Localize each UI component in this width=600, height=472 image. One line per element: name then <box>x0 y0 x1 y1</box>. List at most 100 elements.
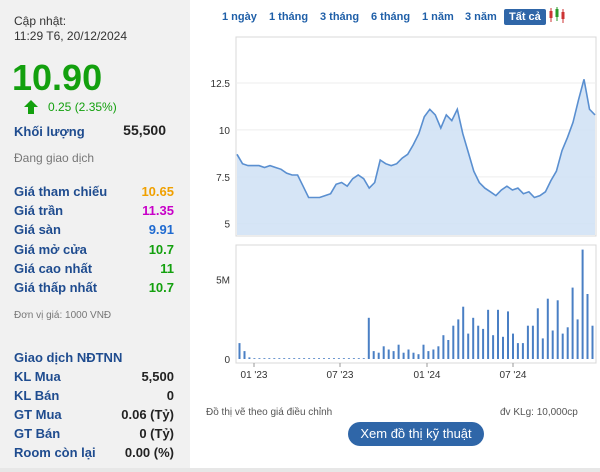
volume-bar <box>357 358 360 359</box>
volume-tick-label: 5M <box>216 276 230 287</box>
foreign-sell-val-row: GT Bán 0 (Tỷ) <box>14 426 174 444</box>
foreign-sell-vol-row: KL Bán 0 <box>14 388 174 406</box>
volume-bar <box>561 333 564 359</box>
foreign-sell-val-value: 0 (Tỷ) <box>139 426 174 441</box>
volume-bar <box>288 358 291 359</box>
foreign-buy-val-value: 0.06 (Tỷ) <box>121 407 174 422</box>
low-price-row: Giá thấp nhất 10.7 <box>14 280 174 298</box>
volume-bar <box>442 335 445 359</box>
volume-tick-label: 0 <box>224 355 230 366</box>
volume-bar <box>367 317 370 359</box>
volume-bar <box>422 344 425 359</box>
ref-price-row: Giá tham chiếu 10.65 <box>14 184 174 202</box>
price-axis-ticks: 12.5 10 7.5 5 <box>211 79 231 231</box>
foreign-sell-vol-value: 0 <box>166 388 174 403</box>
volume-bar <box>342 358 345 359</box>
volume-bar <box>526 325 529 359</box>
volume-unit-note: đv KLg: 10,000cp <box>500 407 578 418</box>
room-remaining-row: Room còn lại 0.00 (%) <box>14 445 174 463</box>
volume-bar <box>258 358 261 359</box>
volume-bar <box>581 249 584 359</box>
price-tick-label: 12.5 <box>211 79 231 90</box>
volume-bar <box>402 352 405 359</box>
time-tick-label: 01 '24 <box>414 370 441 381</box>
volume-bar <box>268 358 271 359</box>
foreign-sell-val-label: GT Bán <box>14 426 61 441</box>
volume-bar <box>328 358 330 359</box>
volume-bar <box>427 351 430 359</box>
change-value: 0.25 (2.35%) <box>48 100 117 114</box>
volume-bar <box>347 358 350 359</box>
volume-bar <box>576 319 579 359</box>
adjusted-price-note: Đồ thị vẽ theo giá điều chỉnh <box>206 407 333 418</box>
volume-bar <box>477 325 480 359</box>
volume-bar <box>591 325 594 359</box>
volume-bar <box>507 311 509 359</box>
volume-bar <box>263 358 266 359</box>
volume-bar <box>551 330 554 359</box>
volume-bar <box>243 351 246 359</box>
ceiling-price-value: 11.35 <box>142 203 174 218</box>
volume-bars <box>238 249 594 359</box>
price-tick-label: 10 <box>219 126 231 137</box>
volume-bar <box>333 358 335 359</box>
volume-bar <box>283 358 286 359</box>
volume-bar <box>472 317 475 359</box>
volume-bar <box>437 346 440 359</box>
volume-bar <box>462 306 465 359</box>
volume-bar <box>293 358 296 359</box>
room-remaining-label: Room còn lại <box>14 445 96 460</box>
volume-bar <box>467 333 470 359</box>
high-price-row: Giá cao nhất 11 <box>14 261 174 279</box>
volume-bar <box>238 343 241 359</box>
volume-value: 55,500 <box>123 122 166 138</box>
volume-bar <box>452 325 455 359</box>
volume-bar <box>512 333 514 359</box>
volume-bar <box>278 358 281 359</box>
volume-bar <box>308 358 311 359</box>
volume-bar <box>586 294 589 359</box>
volume-bar <box>556 300 559 359</box>
price-area-fill <box>237 79 595 235</box>
room-remaining-value: 0.00 (%) <box>124 445 174 460</box>
volume-bar <box>298 358 301 359</box>
volume-bar <box>447 340 450 359</box>
low-price-value: 10.7 <box>148 280 174 295</box>
volume-bar <box>323 358 325 359</box>
time-axis-ticks: 01 '23 07 '23 01 '24 07 '24 <box>241 363 527 381</box>
floor-price-value: 9.91 <box>148 222 174 237</box>
volume-bar <box>497 309 499 359</box>
price-unit-note: Đơn vị giá: 1000 VNĐ <box>14 310 112 321</box>
technical-chart-button[interactable]: Xem đồ thị kỹ thuật <box>348 422 484 446</box>
volume-bar <box>492 335 495 359</box>
time-tick-label: 07 '23 <box>327 370 354 381</box>
volume-bar <box>516 343 519 359</box>
volume-bar <box>392 351 395 359</box>
volume-bar <box>541 338 544 359</box>
time-tick-label: 07 '24 <box>500 370 527 381</box>
low-price-label: Giá thấp nhất <box>14 280 98 295</box>
volume-bar <box>412 352 415 359</box>
volume-bar <box>362 358 365 359</box>
ref-price-label: Giá tham chiếu <box>14 184 108 199</box>
foreign-sell-vol-label: KL Bán <box>14 388 60 403</box>
price-change: 0.25 (2.35%) <box>24 100 117 114</box>
update-label: Cập nhật: <box>14 14 67 28</box>
trading-status: Đang giao dịch <box>14 151 95 165</box>
volume-label: Khối lượng <box>14 124 85 139</box>
update-info: Cập nhật: 11:29 T6, 20/12/2024 <box>14 14 127 44</box>
volume-bar <box>536 308 539 359</box>
open-price-label: Giá mở cửa <box>14 242 87 257</box>
chart-panel: 1 ngày 1 tháng 3 tháng 6 tháng 1 năm 3 n… <box>192 0 600 472</box>
bottom-border <box>0 468 600 472</box>
volume-bar <box>521 343 524 359</box>
price-tick-label: 7.5 <box>216 173 230 184</box>
volume-bar <box>352 358 355 359</box>
foreign-buy-val-label: GT Mua <box>14 407 62 422</box>
current-price: 10.90 <box>12 57 103 98</box>
volume-axis-ticks: 5M 0 <box>216 276 230 366</box>
ceiling-price-row: Giá trần 11.35 <box>14 203 174 221</box>
volume-bar <box>313 358 316 359</box>
foreign-buy-vol-label: KL Mua <box>14 369 61 384</box>
high-price-label: Giá cao nhất <box>14 261 93 276</box>
